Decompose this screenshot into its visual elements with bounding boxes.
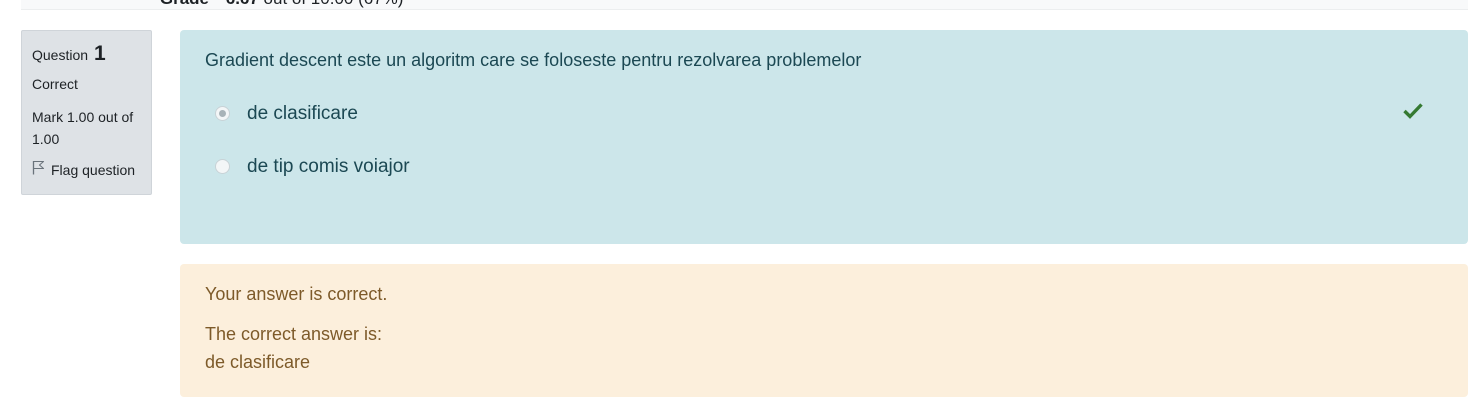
answer-option: de tip comis voiajor <box>205 155 1443 208</box>
question-number-line: Question 1 <box>32 43 141 66</box>
flag-question-link[interactable]: Flag question <box>32 160 141 181</box>
answer-options: de clasificare de tip comis voiajor <box>205 102 1443 208</box>
grade-value-bold: 6.67 <box>226 0 259 8</box>
answer-radio[interactable] <box>215 159 230 174</box>
question-text: Gradient descent este un algoritm care s… <box>205 50 862 70</box>
grade-label: Grade <box>147 0 209 9</box>
question-formulation: Gradient descent este un algoritm care s… <box>180 30 1468 244</box>
question-state: Correct <box>32 76 78 92</box>
question-info: Question 1 Correct Mark 1.00 out of 1.00… <box>21 30 152 195</box>
checkmark-icon <box>1403 102 1423 124</box>
answer-option-label: de tip comis voiajor <box>247 156 410 177</box>
flag-question-label: Flag question <box>51 162 136 178</box>
question-mark: Mark 1.00 out of 1.00 <box>32 109 134 147</box>
answer-option-label: de clasificare <box>247 103 358 124</box>
right-answer: The correct answer is: de clasificare <box>205 320 1443 376</box>
question-number: 1 <box>93 42 106 65</box>
question-feedback: Your answer is correct. The correct answ… <box>180 264 1468 397</box>
grade-value: 6.67 out of 10.00 (67%) <box>226 0 404 8</box>
grade-row: Grade 6.67 out of 10.00 (67%) <box>147 0 404 9</box>
right-answer-intro: The correct answer is: <box>205 324 383 344</box>
answer-radio-selected[interactable] <box>215 106 230 121</box>
right-answer-value: de clasificare <box>205 352 311 372</box>
grade-value-rest: out of 10.00 (67%) <box>259 0 404 8</box>
question-label: Question <box>32 47 89 63</box>
attempt-summary: Grade 6.67 out of 10.00 (67%) <box>21 0 1468 10</box>
specific-feedback: Your answer is correct. <box>205 284 388 304</box>
answer-option: de clasificare <box>205 102 1443 155</box>
flag-icon <box>32 160 51 181</box>
